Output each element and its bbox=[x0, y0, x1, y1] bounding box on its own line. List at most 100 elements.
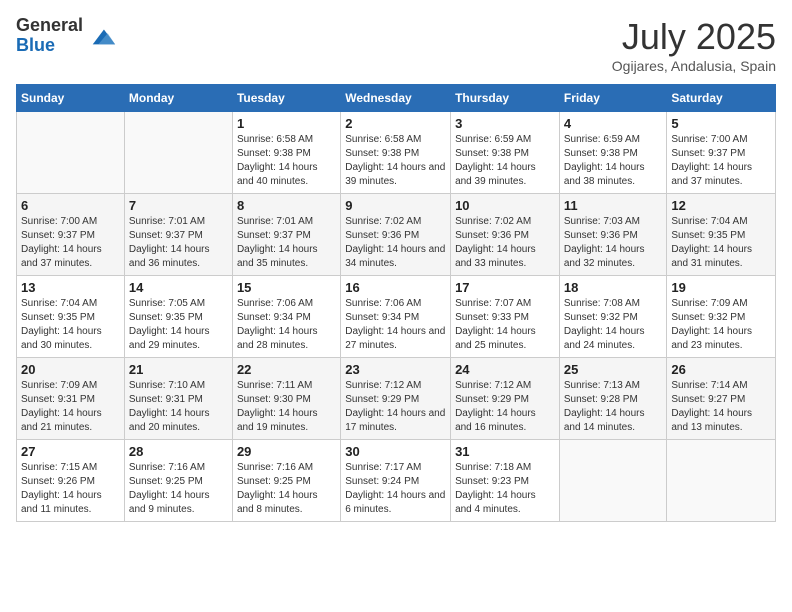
header-cell-saturday: Saturday bbox=[667, 85, 776, 112]
cell-content: Sunrise: 7:02 AM Sunset: 9:36 PM Dayligh… bbox=[455, 215, 555, 271]
day-number: 25 bbox=[564, 362, 663, 377]
calendar-cell: 19 Sunrise: 7:09 AM Sunset: 9:32 PM Dayli… bbox=[667, 276, 776, 358]
calendar-cell: 20 Sunrise: 7:09 AM Sunset: 9:31 PM Dayli… bbox=[17, 358, 125, 440]
cell-content: Sunrise: 7:12 AM Sunset: 9:29 PM Dayligh… bbox=[345, 379, 446, 435]
cell-content: Sunrise: 7:04 AM Sunset: 9:35 PM Dayligh… bbox=[21, 297, 120, 353]
calendar-cell: 27 Sunrise: 7:15 AM Sunset: 9:26 PM Dayli… bbox=[17, 440, 125, 522]
day-number: 6 bbox=[21, 198, 120, 213]
day-number: 21 bbox=[129, 362, 228, 377]
calendar-cell: 4Sunrise: 6:59 AM Sunset: 9:38 PM Daylig… bbox=[559, 112, 667, 194]
day-number: 2 bbox=[345, 116, 446, 131]
calendar-cell: 11 Sunrise: 7:03 AM Sunset: 9:36 PM Dayli… bbox=[559, 194, 667, 276]
calendar-cell: 21 Sunrise: 7:10 AM Sunset: 9:31 PM Dayli… bbox=[124, 358, 232, 440]
calendar-cell: 26 Sunrise: 7:14 AM Sunset: 9:27 PM Dayli… bbox=[667, 358, 776, 440]
week-row-3: 13 Sunrise: 7:04 AM Sunset: 9:35 PM Dayli… bbox=[17, 276, 776, 358]
calendar-cell bbox=[124, 112, 232, 194]
calendar-cell: 25 Sunrise: 7:13 AM Sunset: 9:28 PM Dayli… bbox=[559, 358, 667, 440]
calendar-cell bbox=[559, 440, 667, 522]
cell-content: Sunrise: 7:18 AM Sunset: 9:23 PM Dayligh… bbox=[455, 461, 555, 517]
cell-content: Sunrise: 7:16 AM Sunset: 9:25 PM Dayligh… bbox=[129, 461, 228, 517]
calendar-cell: 10 Sunrise: 7:02 AM Sunset: 9:36 PM Dayli… bbox=[451, 194, 560, 276]
day-number: 16 bbox=[345, 280, 446, 295]
day-number: 30 bbox=[345, 444, 446, 459]
calendar-cell: 12Sunrise: 7:04 AM Sunset: 9:35 PM Dayli… bbox=[667, 194, 776, 276]
cell-content: Sunrise: 7:04 AM Sunset: 9:35 PM Dayligh… bbox=[671, 215, 771, 271]
calendar-cell: 17 Sunrise: 7:07 AM Sunset: 9:33 PM Dayli… bbox=[451, 276, 560, 358]
day-number: 19 bbox=[671, 280, 771, 295]
day-number: 17 bbox=[455, 280, 555, 295]
day-number: 18 bbox=[564, 280, 663, 295]
week-row-1: 1Sunrise: 6:58 AM Sunset: 9:38 PM Daylig… bbox=[17, 112, 776, 194]
calendar-cell: 15 Sunrise: 7:06 AM Sunset: 9:34 PM Dayli… bbox=[232, 276, 340, 358]
cell-content: Sunrise: 7:03 AM Sunset: 9:36 PM Dayligh… bbox=[564, 215, 663, 271]
day-number: 9 bbox=[345, 198, 446, 213]
calendar-cell: 9Sunrise: 7:02 AM Sunset: 9:36 PM Daylig… bbox=[341, 194, 451, 276]
day-number: 8 bbox=[237, 198, 336, 213]
cell-content: Sunrise: 7:16 AM Sunset: 9:25 PM Dayligh… bbox=[237, 461, 336, 517]
title-area: July 2025 Ogijares, Andalusia, Spain bbox=[612, 16, 776, 74]
cell-content: Sunrise: 7:01 AM Sunset: 9:37 PM Dayligh… bbox=[129, 215, 228, 271]
header-cell-friday: Friday bbox=[559, 85, 667, 112]
calendar-table: SundayMondayTuesdayWednesdayThursdayFrid… bbox=[16, 84, 776, 522]
cell-content: Sunrise: 6:59 AM Sunset: 9:38 PM Dayligh… bbox=[455, 133, 555, 189]
day-number: 15 bbox=[237, 280, 336, 295]
cell-content: Sunrise: 7:10 AM Sunset: 9:31 PM Dayligh… bbox=[129, 379, 228, 435]
cell-content: Sunrise: 7:08 AM Sunset: 9:32 PM Dayligh… bbox=[564, 297, 663, 353]
cell-content: Sunrise: 7:01 AM Sunset: 9:37 PM Dayligh… bbox=[237, 215, 336, 271]
cell-content: Sunrise: 7:06 AM Sunset: 9:34 PM Dayligh… bbox=[237, 297, 336, 353]
week-row-5: 27 Sunrise: 7:15 AM Sunset: 9:26 PM Dayli… bbox=[17, 440, 776, 522]
logo-general-text: General bbox=[16, 16, 83, 36]
calendar-cell: 3 Sunrise: 6:59 AM Sunset: 9:38 PM Daylig… bbox=[451, 112, 560, 194]
calendar-cell: 31 Sunrise: 7:18 AM Sunset: 9:23 PM Dayli… bbox=[451, 440, 560, 522]
day-number: 3 bbox=[455, 116, 555, 131]
week-row-4: 20 Sunrise: 7:09 AM Sunset: 9:31 PM Dayli… bbox=[17, 358, 776, 440]
cell-content: Sunrise: 7:00 AM Sunset: 9:37 PM Dayligh… bbox=[671, 133, 771, 189]
day-number: 26 bbox=[671, 362, 771, 377]
calendar-cell bbox=[667, 440, 776, 522]
calendar-cell: 2Sunrise: 6:58 AM Sunset: 9:38 PM Daylig… bbox=[341, 112, 451, 194]
day-number: 31 bbox=[455, 444, 555, 459]
calendar-cell: 5 Sunrise: 7:00 AM Sunset: 9:37 PM Daylig… bbox=[667, 112, 776, 194]
logo-blue-text: Blue bbox=[16, 36, 83, 56]
cell-content: Sunrise: 7:12 AM Sunset: 9:29 PM Dayligh… bbox=[455, 379, 555, 435]
calendar-cell: 23Sunrise: 7:12 AM Sunset: 9:29 PM Dayli… bbox=[341, 358, 451, 440]
cell-content: Sunrise: 7:00 AM Sunset: 9:37 PM Dayligh… bbox=[21, 215, 120, 271]
calendar-cell: 13 Sunrise: 7:04 AM Sunset: 9:35 PM Dayli… bbox=[17, 276, 125, 358]
day-number: 20 bbox=[21, 362, 120, 377]
cell-content: Sunrise: 7:07 AM Sunset: 9:33 PM Dayligh… bbox=[455, 297, 555, 353]
calendar-cell: 14Sunrise: 7:05 AM Sunset: 9:35 PM Dayli… bbox=[124, 276, 232, 358]
day-number: 13 bbox=[21, 280, 120, 295]
day-number: 14 bbox=[129, 280, 228, 295]
cell-content: Sunrise: 7:15 AM Sunset: 9:26 PM Dayligh… bbox=[21, 461, 120, 517]
calendar-cell: 8 Sunrise: 7:01 AM Sunset: 9:37 PM Daylig… bbox=[232, 194, 340, 276]
day-number: 5 bbox=[671, 116, 771, 131]
day-number: 29 bbox=[237, 444, 336, 459]
header: General Blue July 2025 Ogijares, Andalus… bbox=[16, 16, 776, 74]
week-row-2: 6 Sunrise: 7:00 AM Sunset: 9:37 PM Daylig… bbox=[17, 194, 776, 276]
day-number: 22 bbox=[237, 362, 336, 377]
cell-content: Sunrise: 7:14 AM Sunset: 9:27 PM Dayligh… bbox=[671, 379, 771, 435]
cell-content: Sunrise: 7:09 AM Sunset: 9:31 PM Dayligh… bbox=[21, 379, 120, 435]
header-cell-sunday: Sunday bbox=[17, 85, 125, 112]
calendar-cell: 29 Sunrise: 7:16 AM Sunset: 9:25 PM Dayli… bbox=[232, 440, 340, 522]
month-title: July 2025 bbox=[612, 16, 776, 58]
day-number: 27 bbox=[21, 444, 120, 459]
cell-content: Sunrise: 6:59 AM Sunset: 9:38 PM Dayligh… bbox=[564, 133, 663, 189]
calendar-cell: 28Sunrise: 7:16 AM Sunset: 9:25 PM Dayli… bbox=[124, 440, 232, 522]
day-number: 11 bbox=[564, 198, 663, 213]
calendar-cell: 7Sunrise: 7:01 AM Sunset: 9:37 PM Daylig… bbox=[124, 194, 232, 276]
header-row: SundayMondayTuesdayWednesdayThursdayFrid… bbox=[17, 85, 776, 112]
header-cell-thursday: Thursday bbox=[451, 85, 560, 112]
day-number: 10 bbox=[455, 198, 555, 213]
calendar-cell: 22Sunrise: 7:11 AM Sunset: 9:30 PM Dayli… bbox=[232, 358, 340, 440]
calendar-cell: 18 Sunrise: 7:08 AM Sunset: 9:32 PM Dayli… bbox=[559, 276, 667, 358]
cell-content: Sunrise: 7:17 AM Sunset: 9:24 PM Dayligh… bbox=[345, 461, 446, 517]
cell-content: Sunrise: 7:09 AM Sunset: 9:32 PM Dayligh… bbox=[671, 297, 771, 353]
day-number: 24 bbox=[455, 362, 555, 377]
header-cell-wednesday: Wednesday bbox=[341, 85, 451, 112]
calendar-cell: 1Sunrise: 6:58 AM Sunset: 9:38 PM Daylig… bbox=[232, 112, 340, 194]
location-title: Ogijares, Andalusia, Spain bbox=[612, 58, 776, 74]
header-cell-monday: Monday bbox=[124, 85, 232, 112]
calendar-cell bbox=[17, 112, 125, 194]
cell-content: Sunrise: 7:13 AM Sunset: 9:28 PM Dayligh… bbox=[564, 379, 663, 435]
